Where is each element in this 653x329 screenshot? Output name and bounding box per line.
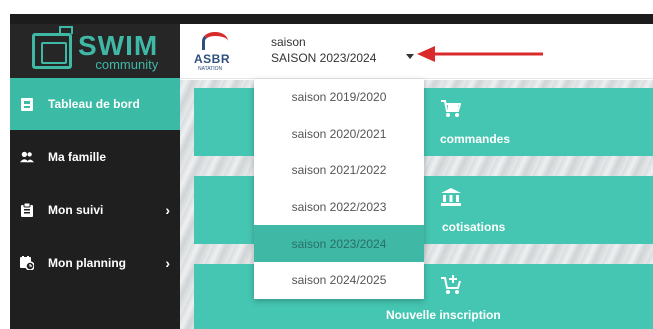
sidebar-item-mon-suivi[interactable]: Mon suivi › bbox=[10, 184, 180, 236]
chevron-right-icon: › bbox=[165, 255, 170, 271]
season-option[interactable]: saison 2020/2021 bbox=[254, 116, 424, 153]
season-dropdown: saison 2019/2020 saison 2020/2021 saison… bbox=[254, 79, 424, 299]
cart-icon bbox=[440, 98, 462, 120]
app-logo[interactable]: SWIM community bbox=[10, 24, 180, 78]
family-icon bbox=[20, 150, 34, 164]
calendar-clock-icon bbox=[20, 256, 34, 270]
season-option[interactable]: saison 2022/2023 bbox=[254, 189, 424, 226]
logo-title: SWIM bbox=[78, 29, 159, 61]
sidebar-item-label: Mon planning bbox=[48, 256, 126, 270]
season-option-selected[interactable]: saison 2023/2024 bbox=[254, 225, 424, 262]
season-select[interactable]: SAISON 2023/2024 bbox=[271, 51, 376, 65]
sidebar-item-mon-planning[interactable]: Mon planning › bbox=[10, 237, 180, 289]
sidebar-item-tableau-de-bord[interactable]: Tableau de bord bbox=[10, 78, 180, 130]
top-header: ASBR NATATION saison SAISON 2023/2024 bbox=[180, 24, 653, 79]
sidebar-item-label: Tableau de bord bbox=[48, 97, 140, 111]
sidebar-item-ma-famille[interactable]: Ma famille bbox=[10, 131, 180, 183]
sidebar: SWIM community Tableau de bord Ma famill… bbox=[10, 24, 180, 329]
caret-down-icon[interactable] bbox=[406, 54, 414, 59]
swim-logo-icon bbox=[32, 26, 73, 69]
season-option[interactable]: saison 2019/2020 bbox=[254, 79, 424, 116]
bank-icon bbox=[440, 186, 462, 208]
red-arrow-annotation bbox=[417, 46, 543, 62]
season-option[interactable]: saison 2021/2022 bbox=[254, 152, 424, 189]
clipboard-icon bbox=[20, 203, 34, 217]
club-logo-text: ASBR bbox=[194, 52, 231, 66]
club-logo[interactable]: ASBR NATATION bbox=[192, 30, 238, 74]
season-option[interactable]: saison 2024/2025 bbox=[254, 262, 424, 299]
sidebar-item-label: Mon suivi bbox=[48, 203, 104, 217]
club-logo-subtext: NATATION bbox=[198, 66, 223, 72]
cart-add-icon bbox=[440, 274, 462, 296]
chevron-right-icon: › bbox=[165, 202, 170, 218]
dashboard-icon bbox=[20, 97, 34, 111]
tile-label: Nouvelle inscription bbox=[386, 308, 501, 322]
sidebar-item-label: Ma famille bbox=[48, 150, 107, 164]
tile-label: commandes bbox=[440, 132, 511, 146]
season-label: saison bbox=[271, 35, 306, 49]
tile-label: cotisations bbox=[442, 220, 506, 234]
swimmer-icon bbox=[202, 32, 228, 50]
top-dark-bar bbox=[10, 14, 653, 24]
